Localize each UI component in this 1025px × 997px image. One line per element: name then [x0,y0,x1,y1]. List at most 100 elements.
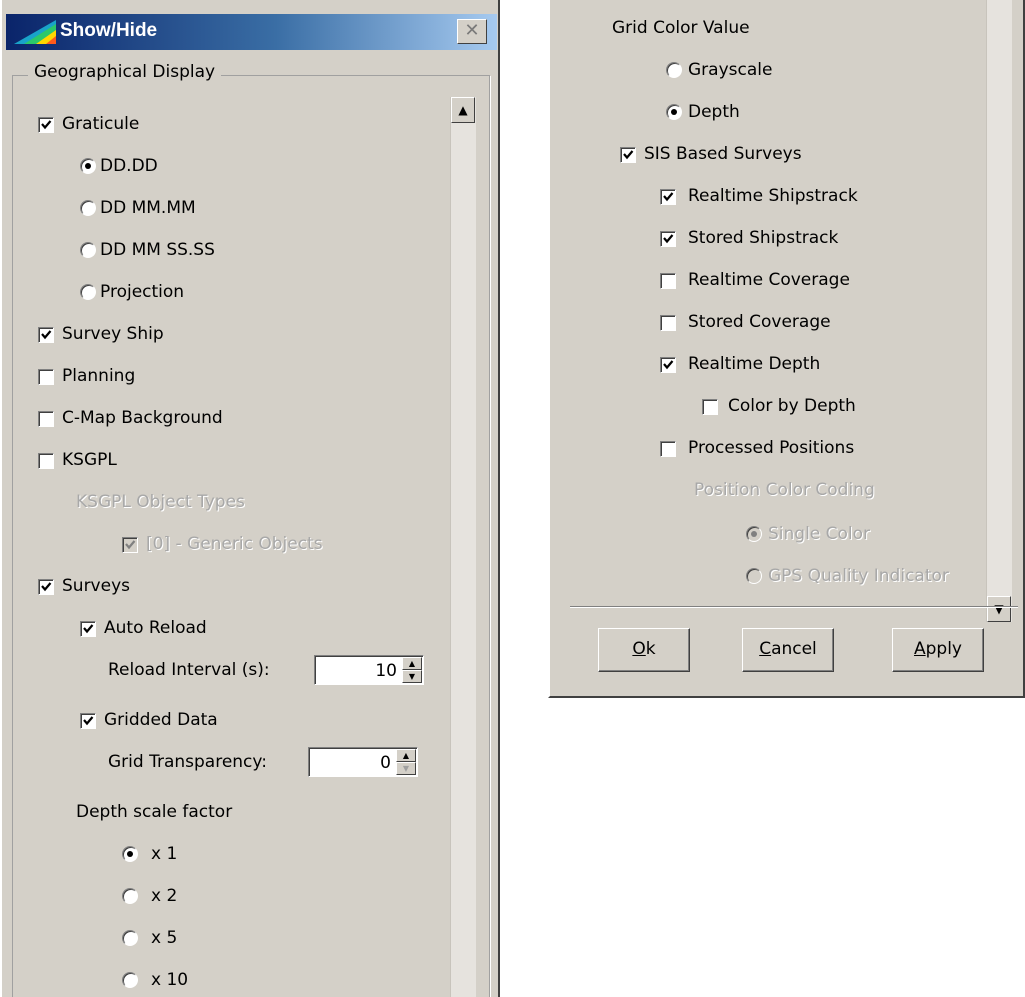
show-hide-dialog-bottom: ▼ Grid Color Value Grayscale Depth SIS B… [548,0,1025,698]
group-title: Geographical Display [28,62,222,82]
sis-based-surveys-checkbox[interactable] [620,147,636,163]
radio-dd-dd[interactable] [80,158,96,174]
close-button[interactable]: ✕ [457,19,487,44]
radio-single-color [746,526,762,542]
show-hide-dialog-top: Show/Hide ✕ Geographical Display ▲ Grati… [0,0,500,997]
cmap-background-checkbox[interactable] [38,411,54,427]
radio-dd-dd-label: DD.DD [100,156,158,176]
generic-objects-label: [0] - Generic Objects [146,534,323,554]
title-bar[interactable]: Show/Hide ✕ [6,14,497,50]
surveys-checkbox[interactable] [38,579,54,595]
radio-single-color-label: Single Color [768,524,871,544]
stored-coverage-checkbox[interactable] [660,315,676,331]
radio-depth-x10-label: x 10 [151,970,189,990]
check-icon [125,540,136,550]
check-icon [663,192,674,202]
spin-down-button[interactable]: ▼ [396,762,416,775]
stored-shipstrack-checkbox[interactable] [660,231,676,247]
radio-depth-x2[interactable] [122,888,138,904]
sis-based-surveys-label: SIS Based Surveys [644,144,802,164]
radio-dd-mm-mm[interactable] [80,200,96,216]
radio-depth-x10[interactable] [122,972,138,988]
scroll-down-icon: ▼ [994,602,1004,616]
check-icon [41,330,52,340]
radio-depth-x1[interactable] [122,846,138,862]
spin-down-button[interactable]: ▼ [402,670,422,683]
radio-gps-quality-indicator-label: GPS Quality Indicator [768,566,949,586]
spin-up-icon: ▲ [408,659,416,668]
spin-up-button[interactable]: ▲ [396,749,416,762]
scroll-up-button[interactable]: ▲ [451,97,475,123]
color-by-depth-checkbox[interactable] [702,399,718,415]
close-icon: ✕ [464,20,480,41]
check-icon [623,150,634,160]
survey-ship-checkbox[interactable] [38,327,54,343]
divider [570,606,1018,608]
generic-objects-checkbox [122,537,138,553]
radio-grayscale-label: Grayscale [688,60,773,80]
color-by-depth-label: Color by Depth [728,396,856,416]
gridded-data-checkbox[interactable] [80,713,96,729]
survey-ship-label: Survey Ship [62,324,164,344]
spin-down-icon: ▼ [402,764,410,773]
radio-gps-quality-indicator [746,568,762,584]
realtime-depth-label: Realtime Depth [688,354,821,374]
radio-grayscale[interactable] [666,62,682,78]
cancel-label: ancel [771,639,817,659]
grid-color-value-label: Grid Color Value [612,18,750,38]
check-icon [663,234,674,244]
spin-up-button[interactable]: ▲ [402,657,422,670]
right-scrollbar[interactable]: ▼ [986,0,1012,622]
stored-shipstrack-label: Stored Shipstrack [688,228,839,248]
reload-interval-value: 10 [375,661,397,681]
graticule-checkbox[interactable] [38,117,54,133]
radio-depth-x5[interactable] [122,930,138,946]
realtime-shipstrack-checkbox[interactable] [660,189,676,205]
planning-label: Planning [62,366,136,386]
position-color-coding-label: Position Color Coding [694,480,875,500]
realtime-coverage-checkbox[interactable] [660,273,676,289]
check-icon [83,624,94,634]
stored-coverage-label: Stored Coverage [688,312,831,332]
radio-depth-x2-label: x 2 [151,886,178,906]
grid-transparency-spinbox[interactable]: 0 ▲ ▼ [308,747,418,777]
check-icon [41,582,52,592]
processed-positions-checkbox[interactable] [660,441,676,457]
apply-label: pply [925,639,962,659]
cancel-button[interactable]: Cancel [742,628,834,672]
planning-checkbox[interactable] [38,369,54,385]
ok-mnemonic: O [632,639,646,659]
depth-scale-factor-label: Depth scale factor [76,802,233,822]
ksgpl-label: KSGPL [62,450,117,470]
scroll-down-button[interactable]: ▼ [987,596,1011,622]
ksgpl-object-types-label: KSGPL Object Types [76,492,245,512]
apply-button[interactable]: Apply [892,628,984,672]
left-scrollbar[interactable]: ▲ [450,97,476,997]
reload-interval-spinbox[interactable]: 10 ▲ ▼ [314,655,424,685]
auto-reload-label: Auto Reload [104,618,207,638]
check-icon [41,120,52,130]
realtime-coverage-label: Realtime Coverage [688,270,850,290]
ok-label: k [645,639,656,659]
spin-buttons: ▲ ▼ [402,657,422,683]
app-icon [14,20,56,44]
radio-dd-mm-ss-ss[interactable] [80,242,96,258]
grid-transparency-value: 0 [380,753,391,773]
spin-up-icon: ▲ [402,751,410,760]
realtime-depth-checkbox[interactable] [660,357,676,373]
radio-depth-color[interactable] [666,104,682,120]
spin-down-icon: ▼ [408,672,416,681]
check-icon [83,716,94,726]
check-icon [663,360,674,370]
ksgpl-checkbox[interactable] [38,453,54,469]
radio-selected-dot [85,163,91,169]
cmap-background-label: C-Map Background [62,408,223,428]
gridded-data-label: Gridded Data [104,710,218,730]
auto-reload-checkbox[interactable] [80,621,96,637]
radio-depth-color-label: Depth [688,102,740,122]
radio-projection[interactable] [80,284,96,300]
ok-button[interactable]: Ok [598,628,690,672]
radio-selected-dot [127,851,133,857]
processed-positions-label: Processed Positions [688,438,855,458]
radio-selected-dot [751,531,757,537]
